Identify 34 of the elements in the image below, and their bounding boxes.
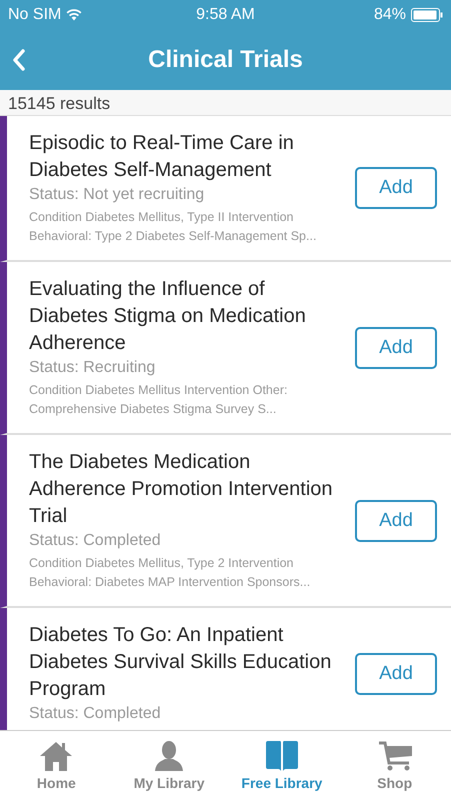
trial-card[interactable]: Episodic to Real-Time Care in Diabetes Self-Management Status: Not yet recruiting Condition Diabetes Mellitus, Type II Intervention Behavioral: Type 2 Diabetes Self-Management Sp... Add <box>0 116 451 262</box>
trial-status: Status: Recruiting <box>29 358 156 378</box>
tab-item[interactable]: Shop <box>338 731 451 800</box>
trial-status: Status: Completed <box>29 704 162 724</box>
trial-status: Status: Not yet recruiting <box>29 185 206 205</box>
add-button[interactable]: Add <box>355 167 437 209</box>
tab-item[interactable]: Free Library <box>226 731 338 800</box>
trial-title: Evaluating the Influence of Diabetes Stigma on Medication Adherence <box>29 277 307 356</box>
tab-item[interactable]: Home <box>0 731 113 800</box>
tab-item[interactable]: My Library <box>112 731 226 800</box>
house-icon <box>38 740 74 772</box>
trial-details: Condition Diabetes Mellitus, Type 2 Intervention Behavioral: Diabetes MAP Intervention Sponsors... <box>29 555 312 591</box>
person-icon <box>153 740 186 772</box>
back-chevron-icon <box>12 49 26 71</box>
trial-title: Diabetes To Go: An Inpatient Diabetes Survival Skills Education Program <box>29 623 332 702</box>
trial-card[interactable]: The Diabetes Medication Adherence Promotion Intervention Trial Status: Completed Condition Diabetes Mellitus, Type 2 Intervention Behavioral: Diabetes MAP Intervention Sponsors... Add <box>0 435 451 608</box>
trial-title: The Diabetes Medication Adherence Promotion Intervention Trial <box>29 450 334 529</box>
results-count: 15145 results <box>0 90 451 116</box>
carrier-label: No SIM <box>8 6 62 24</box>
wifi-icon <box>66 9 82 21</box>
trial-details: Condition Diabetes Mellitus, Type II Intervention Behavioral: Type 2 Diabetes Self-Management Sp... <box>29 209 318 245</box>
cart-icon <box>376 740 413 772</box>
trial-title: Episodic to Real-Time Care in Diabetes Self-Management <box>29 131 295 183</box>
add-button[interactable]: Add <box>355 326 437 368</box>
add-button[interactable]: Add <box>355 500 437 542</box>
add-button[interactable]: Add <box>355 652 437 694</box>
screen-title: Clinical Trials <box>148 46 303 74</box>
battery-percent: 84% <box>374 6 406 24</box>
trial-details: Condition Diabetes Mellitus Intervention Other: Comprehensive Diabetes Stigma Survey S... <box>29 382 288 418</box>
book-icon <box>264 740 300 772</box>
trial-status: Status: Completed <box>29 531 162 551</box>
clock-time: 9:58 AM <box>196 6 255 24</box>
trial-card[interactable]: Evaluating the Influence of Diabetes Stigma on Medication Adherence Status: Recruiting Condition Diabetes Mellitus Intervention Other: Comprehensive Diabetes Stigma Survey S... Add <box>0 262 451 435</box>
battery-icon <box>411 8 443 22</box>
